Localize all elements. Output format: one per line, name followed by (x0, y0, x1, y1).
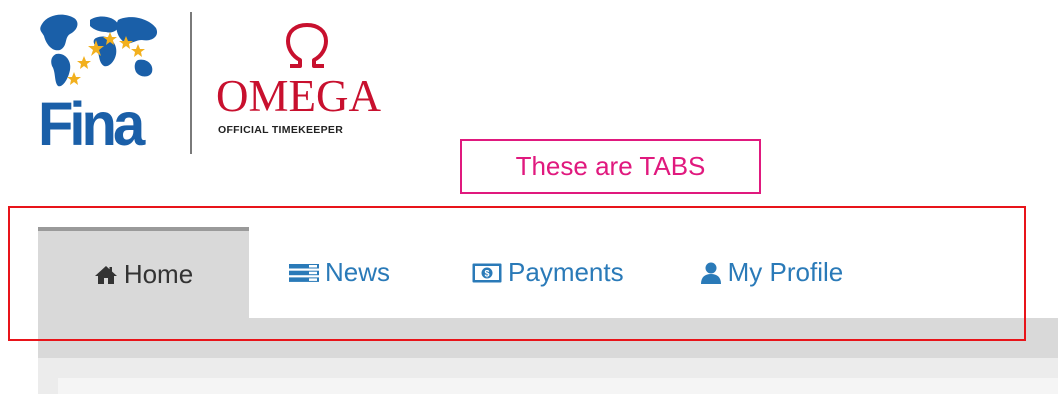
omega-subtitle: OFFICIAL TIMEKEEPER (218, 124, 344, 136)
tab-content-inner (58, 378, 1058, 394)
logo-divider (190, 12, 192, 154)
list-icon (289, 263, 319, 282)
tab-news-label: News (325, 257, 391, 287)
omega-wordmark: OMEGA (216, 71, 381, 121)
fina-logo: Fina (34, 10, 162, 158)
tab-strip (38, 318, 1058, 358)
home-icon (94, 265, 118, 285)
tab-news[interactable]: News (249, 227, 432, 318)
globe-stars-icon (40, 14, 158, 87)
money-icon: $ (472, 263, 502, 283)
omega-symbol-icon (286, 23, 328, 68)
tab-bar: Home News $ Payments My Profile (38, 227, 881, 318)
tabs-annotation-label: These are TABS (460, 139, 761, 194)
svg-text:$: $ (485, 268, 490, 278)
tab-my-profile[interactable]: My Profile (664, 227, 882, 318)
tab-payments-label: Payments (508, 257, 624, 287)
tab-my-profile-label: My Profile (727, 257, 844, 287)
tab-payments[interactable]: $ Payments (432, 227, 664, 318)
user-icon (700, 262, 722, 284)
tab-home-label: Home (123, 259, 194, 289)
omega-logo: OMEGA OFFICIAL TIMEKEEPER (214, 22, 414, 152)
fina-wordmark: Fina (38, 90, 145, 159)
tab-home[interactable]: Home (38, 227, 249, 318)
